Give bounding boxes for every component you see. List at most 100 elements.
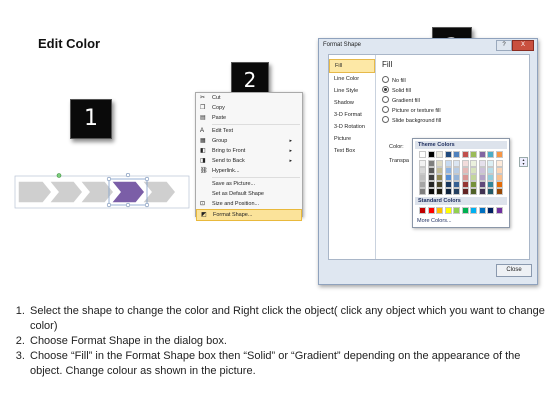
sidebar-item[interactable]: Fill [329, 59, 375, 73]
theme-shade-swatch[interactable] [495, 160, 503, 167]
theme-shade-swatch[interactable] [453, 167, 460, 174]
theme-shade-swatch[interactable] [487, 174, 494, 181]
help-button[interactable]: ? [496, 40, 512, 51]
standard-color-swatch[interactable] [427, 207, 435, 214]
theme-shade-swatch[interactable] [470, 160, 477, 167]
theme-shade-swatch[interactable] [461, 174, 469, 181]
theme-shade-swatch[interactable] [453, 160, 460, 167]
theme-shade-swatch[interactable] [487, 188, 494, 195]
sidebar-item[interactable]: Line Color [329, 73, 375, 85]
theme-shade-swatch[interactable] [436, 188, 443, 195]
theme-shade-swatch[interactable] [436, 174, 443, 181]
theme-shade-swatch[interactable] [487, 181, 494, 188]
theme-shade-swatch[interactable] [495, 181, 503, 188]
fill-option[interactable]: Gradient fill [382, 96, 420, 106]
standard-color-swatch[interactable] [470, 207, 477, 214]
theme-shade-swatch[interactable] [436, 181, 443, 188]
theme-color-swatch[interactable] [470, 151, 477, 158]
theme-shade-swatch[interactable] [444, 160, 452, 167]
theme-color-swatch[interactable] [495, 151, 503, 158]
theme-shade-swatch[interactable] [487, 160, 494, 167]
standard-color-swatch[interactable] [453, 207, 460, 214]
menu-item[interactable]: ◧ Bring to Front ▸ [196, 146, 302, 156]
theme-shade-swatch[interactable] [470, 188, 477, 195]
theme-shade-swatch[interactable] [495, 188, 503, 195]
radio-button[interactable] [382, 116, 389, 124]
theme-shade-swatch[interactable] [470, 181, 477, 188]
theme-color-swatch[interactable] [461, 151, 469, 158]
radio-button[interactable] [382, 96, 389, 104]
theme-shade-swatch[interactable] [478, 167, 486, 174]
standard-color-swatch[interactable] [487, 207, 494, 214]
fill-option[interactable]: Solid fill [382, 86, 411, 96]
theme-shade-swatch[interactable] [444, 188, 452, 195]
menu-item[interactable]: ⛓ Hyperlink... [196, 166, 302, 176]
theme-color-swatch[interactable] [444, 151, 452, 158]
resize-handle[interactable] [144, 202, 150, 208]
menu-item[interactable]: ◨ Send to Back ▸ [196, 156, 302, 166]
theme-shade-swatch[interactable] [478, 181, 486, 188]
radio-button[interactable] [382, 106, 389, 114]
theme-color-swatch[interactable] [478, 151, 486, 158]
theme-color-swatch[interactable] [419, 151, 426, 158]
theme-shade-swatch[interactable] [461, 160, 469, 167]
theme-shade-swatch[interactable] [461, 167, 469, 174]
sidebar-item[interactable]: Line Style [329, 85, 375, 97]
resize-handle[interactable] [125, 172, 131, 178]
fill-option[interactable]: Slide background fill [382, 116, 441, 126]
menu-item[interactable]: ❐ Copy [196, 103, 302, 113]
resize-handle[interactable] [106, 202, 112, 208]
rotate-handle[interactable] [56, 173, 62, 178]
theme-shade-swatch[interactable] [478, 174, 486, 181]
chevron-shape[interactable] [17, 180, 53, 204]
theme-shade-swatch[interactable] [461, 188, 469, 195]
resize-handle[interactable] [106, 176, 112, 182]
standard-color-swatch[interactable] [436, 207, 443, 214]
standard-color-swatch[interactable] [419, 207, 426, 214]
close-button[interactable]: Close [496, 264, 532, 277]
theme-shade-swatch[interactable] [453, 188, 460, 195]
standard-color-swatch[interactable] [444, 207, 452, 214]
theme-shade-swatch[interactable] [427, 160, 435, 167]
menu-item[interactable]: ▤ Paste [196, 113, 302, 123]
menu-item[interactable]: ⊡ Size and Position... [196, 199, 302, 209]
theme-shade-swatch[interactable] [436, 160, 443, 167]
theme-shade-swatch[interactable] [427, 188, 435, 195]
theme-shade-swatch[interactable] [453, 181, 460, 188]
theme-shade-swatch[interactable] [495, 167, 503, 174]
theme-shade-swatch[interactable] [419, 167, 426, 174]
radio-button[interactable] [382, 76, 389, 84]
resize-handle[interactable] [125, 202, 131, 208]
theme-shade-swatch[interactable] [419, 174, 426, 181]
sidebar-item[interactable]: Picture [329, 133, 375, 145]
menu-item[interactable]: ✂ Cut [196, 93, 302, 103]
close-x-button[interactable]: X [512, 40, 534, 51]
radio-button[interactable] [382, 86, 389, 94]
menu-item[interactable]: A Edit Text [196, 126, 302, 136]
theme-shade-swatch[interactable] [470, 167, 477, 174]
theme-shade-swatch[interactable] [478, 160, 486, 167]
theme-shade-swatch[interactable] [495, 174, 503, 181]
theme-color-swatch[interactable] [453, 151, 460, 158]
theme-shade-swatch[interactable] [444, 174, 452, 181]
more-colors-link[interactable]: More Colors... [417, 218, 452, 224]
menu-item[interactable]: Set as Default Shape [196, 189, 302, 199]
theme-shade-swatch[interactable] [487, 167, 494, 174]
menu-item[interactable]: ◩ Format Shape... [196, 209, 302, 221]
theme-shade-swatch[interactable] [419, 160, 426, 167]
theme-shade-swatch[interactable] [419, 181, 426, 188]
resize-handle[interactable] [144, 176, 150, 182]
menu-item[interactable]: ▦ Group ▸ [196, 136, 302, 146]
theme-shade-swatch[interactable] [444, 181, 452, 188]
fill-option[interactable]: No fill [382, 76, 406, 86]
standard-color-swatch[interactable] [495, 207, 503, 214]
menu-item[interactable]: Save as Picture... [196, 179, 302, 189]
theme-shade-swatch[interactable] [419, 188, 426, 195]
theme-shade-swatch[interactable] [444, 167, 452, 174]
sidebar-item[interactable]: 3-D Rotation [329, 121, 375, 133]
chevron-shape-selected[interactable] [109, 180, 146, 204]
theme-color-swatch[interactable] [436, 151, 443, 158]
sidebar-item[interactable]: 3-D Format [329, 109, 375, 121]
theme-shade-swatch[interactable] [453, 174, 460, 181]
theme-shade-swatch[interactable] [461, 181, 469, 188]
